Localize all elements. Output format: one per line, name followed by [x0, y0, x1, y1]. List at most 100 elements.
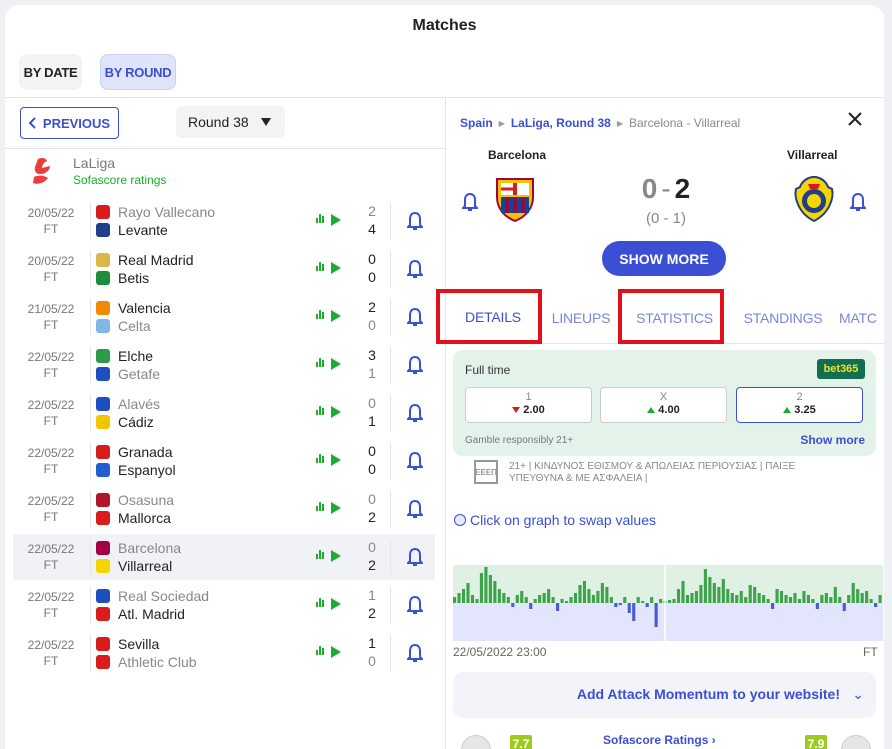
round-select[interactable]: Round 38	[176, 106, 285, 138]
league-header[interactable]: LaLiga Sofascore ratings	[30, 155, 166, 187]
play-icon[interactable]	[331, 406, 341, 418]
swap-values-hint[interactable]: Click on graph to swap values	[454, 512, 656, 528]
momentum-bar	[874, 603, 878, 607]
match-row[interactable]: 20/05/22 FT Rayo Vallecano Levante 2 4	[13, 198, 435, 244]
play-icon[interactable]	[331, 550, 341, 562]
match-row[interactable]: 22/05/22 FT Alavés Cádiz 0 1	[13, 390, 435, 436]
statistics-icon[interactable]	[316, 646, 324, 655]
home-team-crest	[96, 541, 110, 555]
away-team-name: Betis	[118, 270, 150, 286]
match-row[interactable]: 22/05/22 FT Elche Getafe 3 1	[13, 342, 435, 388]
away-team: Cádiz	[96, 413, 154, 431]
divider	[90, 443, 91, 479]
statistics-icon[interactable]	[316, 214, 324, 223]
home-team-crest	[96, 589, 110, 603]
play-icon[interactable]	[331, 454, 341, 466]
tab-lineups[interactable]: LINEUPS	[540, 294, 622, 342]
statistics-icon[interactable]	[316, 502, 324, 511]
player-avatar[interactable]	[841, 735, 871, 749]
breadcrumb-league[interactable]: LaLiga, Round 38	[511, 116, 611, 130]
bell-icon[interactable]	[407, 211, 423, 231]
by-round-button[interactable]: BY ROUND	[100, 54, 176, 90]
tab-matches[interactable]: MATC	[839, 294, 884, 342]
momentum-bar	[878, 595, 882, 603]
breadcrumb-match: Barcelona - Villarreal	[629, 116, 741, 130]
show-more-button[interactable]: SHOW MORE	[602, 241, 726, 276]
statistics-icon[interactable]	[316, 358, 324, 367]
villarreal-crest[interactable]	[790, 175, 838, 223]
match-row[interactable]: 21/05/22 FT Valencia Celta 2 0	[13, 294, 435, 340]
statistics-icon[interactable]	[316, 310, 324, 319]
momentum-bar	[721, 579, 725, 603]
play-icon[interactable]	[331, 502, 341, 514]
play-icon[interactable]	[331, 310, 341, 322]
bell-icon[interactable]	[407, 355, 423, 375]
statistics-icon[interactable]	[316, 550, 324, 559]
home-team-crest	[96, 445, 110, 459]
match-row[interactable]: 22/05/22 FT Granada Espanyol 0 0	[13, 438, 435, 484]
home-team-name: Granada	[118, 444, 173, 460]
away-team-crest	[96, 655, 110, 669]
away-team: Atl. Madrid	[96, 605, 185, 623]
match-date: 21/05/22 FT	[21, 301, 81, 333]
bell-icon[interactable]	[850, 192, 866, 212]
bell-icon[interactable]	[407, 259, 423, 279]
bet365-logo[interactable]: bet365	[817, 359, 865, 379]
match-date: 22/05/22 FT	[21, 397, 81, 429]
match-row[interactable]: 20/05/22 FT Real Madrid Betis 0 0	[13, 246, 435, 292]
play-icon[interactable]	[331, 646, 341, 658]
play-icon[interactable]	[331, 262, 341, 274]
bell-icon[interactable]	[407, 307, 423, 327]
odds-option-draw[interactable]: X 4.00	[600, 387, 727, 423]
bell-icon[interactable]	[407, 451, 423, 471]
sofascore-ratings-link[interactable]: Sofascore Ratings ›	[603, 733, 716, 747]
attack-momentum-label: Add Attack Momentum to your website!	[576, 686, 840, 702]
away-team-crest	[96, 367, 110, 381]
bell-icon[interactable]	[407, 643, 423, 663]
bell-icon[interactable]	[407, 547, 423, 567]
away-team-name[interactable]: Villarreal	[787, 148, 837, 162]
statistics-icon[interactable]	[316, 454, 324, 463]
match-row[interactable]: 22/05/22 FT Real Sociedad Atl. Madrid 1 2	[13, 582, 435, 628]
laliga-logo	[33, 157, 50, 184]
statistics-icon[interactable]	[316, 262, 324, 271]
statistics-icon[interactable]	[316, 598, 324, 607]
bell-icon[interactable]	[407, 595, 423, 615]
league-name: LaLiga	[73, 155, 116, 171]
odds-show-more-link[interactable]: Show more	[800, 433, 865, 447]
odds-option-home[interactable]: 1 2.00	[465, 387, 592, 423]
divider	[390, 395, 391, 431]
play-icon[interactable]	[331, 214, 341, 226]
home-team-name[interactable]: Barcelona	[488, 148, 546, 162]
away-team-name: Cádiz	[118, 414, 154, 430]
barcelona-crest[interactable]	[491, 175, 539, 223]
bell-icon[interactable]	[462, 192, 478, 212]
match-row[interactable]: 22/05/22 FT Sevilla Athletic Club 1 0	[13, 630, 435, 676]
previous-button[interactable]: PREVIOUS	[20, 107, 119, 139]
bell-icon[interactable]	[407, 403, 423, 423]
attack-momentum-graph[interactable]	[453, 561, 883, 641]
tab-standings[interactable]: STANDINGS	[727, 294, 839, 342]
statistics-icon[interactable]	[316, 406, 324, 415]
momentum-bar	[672, 599, 676, 603]
highlight-box	[436, 289, 542, 344]
away-team-crest	[96, 463, 110, 477]
bell-icon[interactable]	[407, 499, 423, 519]
match-row[interactable]: 22/05/22 FT Barcelona Villarreal 0 2	[13, 534, 435, 580]
by-date-button[interactable]: BY DATE	[19, 54, 82, 90]
play-icon[interactable]	[331, 598, 341, 610]
home-team-crest	[96, 397, 110, 411]
odds-option-away[interactable]: 2 3.25	[736, 387, 863, 423]
odds-label: 1	[525, 391, 532, 403]
attack-momentum-embed[interactable]: Add Attack Momentum to your website! ⌄	[453, 672, 876, 718]
swap-values-label: Click on graph to swap values	[470, 512, 656, 528]
match-row[interactable]: 22/05/22 FT Osasuna Mallorca 0 2	[13, 486, 435, 532]
away-team: Getafe	[96, 365, 160, 383]
breadcrumb-country[interactable]: Spain	[460, 116, 493, 130]
momentum-bar	[470, 595, 475, 603]
close-icon[interactable]	[847, 111, 863, 127]
play-icon[interactable]	[331, 358, 341, 370]
player-avatar[interactable]	[461, 735, 491, 749]
league-ratings-label: Sofascore ratings	[73, 173, 167, 187]
momentum-bar	[717, 587, 721, 603]
